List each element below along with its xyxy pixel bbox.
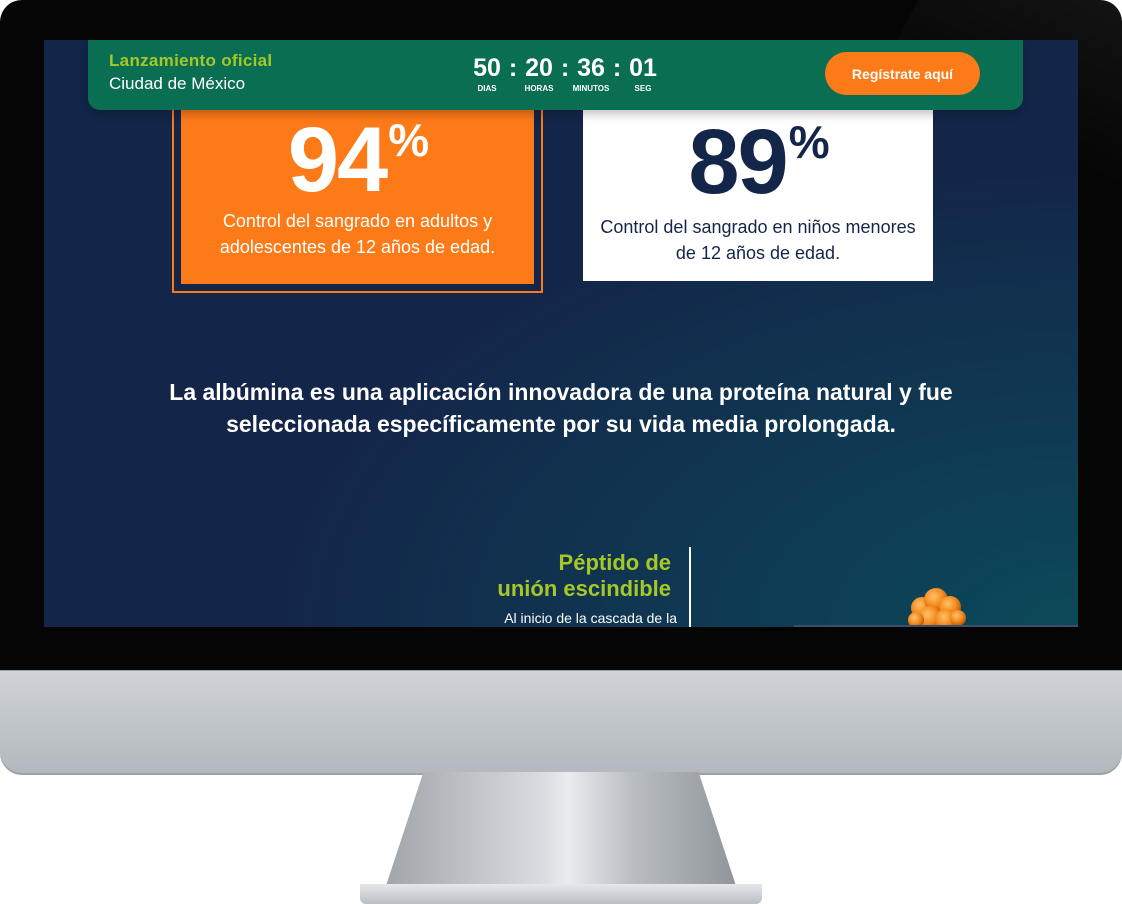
percent-sign: % [788,116,830,168]
countdown-days-value: 50 [473,54,501,82]
peptide-heading-line1: Péptido de [558,550,671,575]
monitor-stand-base [360,884,762,904]
countdown-hours-label: HORAS [524,84,554,93]
stat-value: 89% [583,112,933,212]
countdown-minutes-value: 36 [577,54,605,82]
peptide-heading: Péptido de unión escindible [497,550,671,602]
countdown-minutes: 36 MINUTOS [572,54,610,94]
monitor-bezel: Lanzamiento oficial Ciudad de México 50 … [0,0,1122,672]
event-city: Ciudad de México [109,74,246,93]
stat-description: Control del sangrado en adultos y adoles… [219,211,496,257]
section-edge [794,625,1078,627]
countdown-separator: : [612,54,622,82]
countdown-timer: 50 DIAS : 20 HORAS : 36 MINUTOS : 01 SEG [468,54,662,94]
register-button[interactable]: Regístrate aquí [825,52,980,95]
event-label: Lanzamiento oficial [109,51,273,70]
countdown-minutes-label: MINUTOS [572,84,610,93]
vertical-divider [689,547,691,627]
stat-card-adults-fill: 94% Control del sangrado en adultos y ad… [181,92,534,284]
peptide-heading-line2: unión escindible [497,576,671,601]
countdown-seconds-value: 01 [629,54,657,82]
peptide-text: Al inicio de la cascada de la [504,610,677,626]
countdown-days: 50 DIAS [468,54,506,94]
countdown-separator: : [560,54,570,82]
stat-card-children: 89% Control del sangrado en niños menore… [583,90,933,281]
stat-description: Control del sangrado en niños menores de… [600,217,916,263]
launch-banner: Lanzamiento oficial Ciudad de México 50 … [88,40,1023,110]
countdown-days-label: DIAS [477,84,497,93]
countdown-seconds-label: SEG [634,84,652,93]
website-screen: Lanzamiento oficial Ciudad de México 50 … [44,40,1078,627]
molecule-icon [908,588,966,627]
monitor-chin [0,670,1122,775]
stat-number-text: 94 [287,109,388,211]
percent-sign: % [388,114,429,166]
countdown-separator: : [508,54,518,82]
stat-number-text: 89 [688,111,788,213]
countdown-hours: 20 HORAS [520,54,558,94]
monitor-mockup: Lanzamiento oficial Ciudad de México 50 … [0,0,1122,904]
stat-value: 94% [181,110,534,210]
stat-card-adults: 94% Control del sangrado en adultos y ad… [172,90,543,293]
countdown-hours-value: 20 [525,54,553,82]
countdown-seconds: 01 SEG [624,54,662,94]
albumin-statement: La albúmina es una aplicación innovadora… [169,379,953,437]
